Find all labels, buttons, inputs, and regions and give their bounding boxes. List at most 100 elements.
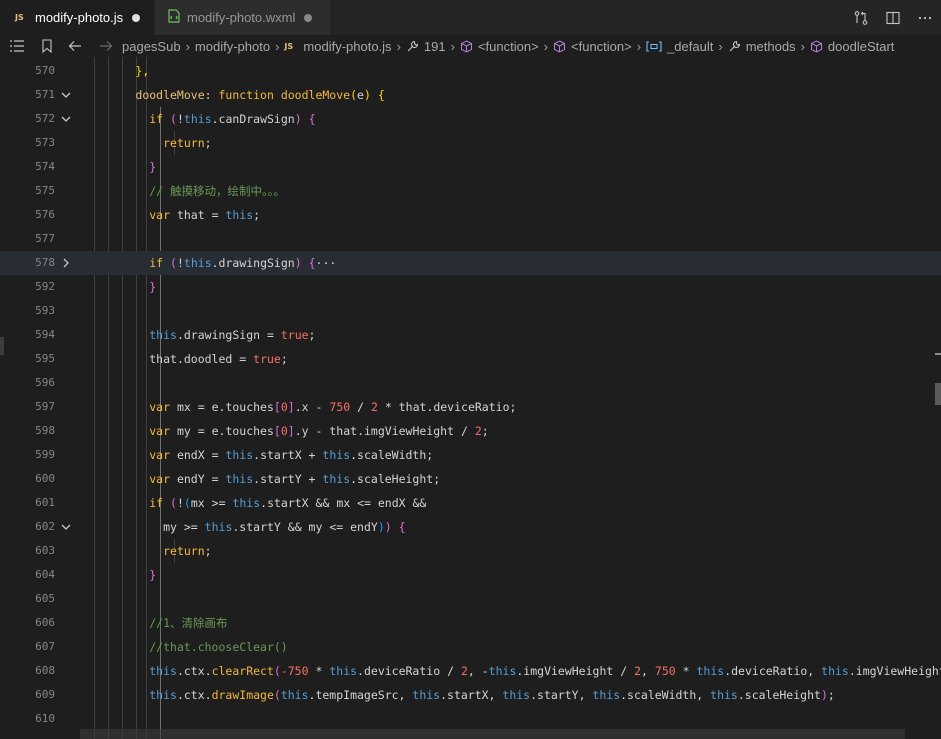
code-text: } bbox=[80, 563, 156, 587]
code-token: 2 bbox=[474, 424, 482, 438]
code-line[interactable]: 598 var my = e.touches[0].y - that.imgVi… bbox=[0, 419, 941, 443]
code-line[interactable]: 605 bbox=[0, 587, 941, 611]
line-number: 609 bbox=[35, 688, 55, 701]
breadcrumb-item-doodlestart[interactable]: doodleStart bbox=[810, 39, 894, 54]
code-line[interactable]: 609 this.ctx.drawImage(this.tempImageSrc… bbox=[0, 683, 941, 707]
breadcrumb-item-modify-photo[interactable]: modify-photo bbox=[195, 39, 270, 54]
list-icon[interactable] bbox=[0, 39, 34, 53]
bookmark-icon[interactable] bbox=[34, 39, 60, 53]
code-line[interactable]: 607 //that.chooseClear() bbox=[0, 635, 941, 659]
code-line[interactable]: 608 this.ctx.clearRect(-750 * this.devic… bbox=[0, 659, 941, 683]
code-line[interactable]: 592 } bbox=[0, 275, 941, 299]
breadcrumb-item-methods[interactable]: methods bbox=[728, 39, 796, 54]
vertical-scrollbar[interactable] bbox=[927, 57, 941, 739]
code-token: return bbox=[163, 544, 205, 558]
code-text: this.drawingSign = true; bbox=[80, 323, 315, 347]
code-line[interactable]: 603 return; bbox=[0, 539, 941, 563]
breadcrumb-label: <function> bbox=[571, 38, 632, 54]
code-line[interactable]: 574 } bbox=[0, 155, 941, 179]
breadcrumb-item-function-1[interactable]: <function> bbox=[460, 39, 539, 54]
code-line[interactable]: 606 //1、清除画布 bbox=[0, 611, 941, 635]
code-token: this bbox=[502, 688, 531, 702]
code-editor[interactable]: 570 }, 571 doodleMove: function doodleMov… bbox=[0, 57, 941, 739]
code-token: ] bbox=[287, 424, 295, 438]
code-token: >= bbox=[183, 520, 198, 534]
forward-arrow-icon[interactable] bbox=[90, 40, 122, 52]
code-line[interactable]: 596 bbox=[0, 371, 941, 395]
line-number: 610 bbox=[35, 712, 55, 725]
code-token: ! bbox=[176, 256, 184, 270]
code-line[interactable]: 576 var that = this; bbox=[0, 203, 941, 227]
code-line[interactable]: 571 doodleMove: function doodleMove(e) { bbox=[0, 83, 941, 107]
code-token: this bbox=[149, 664, 177, 678]
scrollbar-thumb[interactable] bbox=[935, 383, 941, 405]
code-line[interactable]: 610 bbox=[0, 707, 941, 731]
code-token: .y bbox=[294, 424, 316, 438]
code-line[interactable]: 575 // 触摸移动，绘制中。。。 bbox=[0, 179, 941, 203]
code-line[interactable]: 578 if (!this.drawingSign) {··· bbox=[0, 251, 941, 275]
code-token: ] bbox=[287, 400, 295, 414]
code-token: ) bbox=[377, 520, 385, 534]
cube-icon bbox=[810, 39, 822, 53]
code-line[interactable]: 599 var endX = this.startX + this.scaleW… bbox=[0, 443, 941, 467]
code-line[interactable]: 597 var mx = e.touches[0].x - 750 / 2 * … bbox=[0, 395, 941, 419]
git-compare-icon[interactable] bbox=[845, 0, 877, 35]
tab-modify-photo-js[interactable]: JS modify-photo.js bbox=[0, 0, 154, 35]
tab-modify-photo-wxml[interactable]: modify-photo.wxml bbox=[155, 0, 330, 35]
line-number: 606 bbox=[35, 616, 55, 629]
line-number: 577 bbox=[35, 232, 55, 245]
chevron-right-icon: › bbox=[636, 38, 642, 54]
code-token: that.imgViewHeight bbox=[322, 424, 461, 438]
code-line[interactable]: 593 bbox=[0, 299, 941, 323]
back-arrow-icon[interactable] bbox=[60, 40, 90, 52]
code-line[interactable]: 577 bbox=[0, 227, 941, 251]
chevron-down-icon[interactable] bbox=[60, 521, 72, 533]
code-token: my bbox=[163, 520, 184, 534]
wrench-icon bbox=[407, 40, 418, 51]
more-actions-icon[interactable] bbox=[909, 0, 941, 35]
code-token: ; bbox=[280, 352, 288, 366]
code-token: 2 bbox=[370, 400, 378, 414]
code-token: ; bbox=[433, 472, 441, 486]
chevron-down-icon[interactable] bbox=[60, 89, 72, 101]
line-number: 607 bbox=[35, 640, 55, 653]
code-line[interactable]: 604 } bbox=[0, 563, 941, 587]
gutter-marker bbox=[0, 337, 4, 355]
chevron-down-icon[interactable] bbox=[60, 113, 72, 125]
code-token: && bbox=[412, 496, 427, 510]
breadcrumb-item-191[interactable]: 191 bbox=[406, 39, 446, 54]
code-token: 2 bbox=[634, 664, 642, 678]
unsaved-dot-icon[interactable] bbox=[304, 13, 313, 22]
line-number: 595 bbox=[35, 352, 55, 365]
line-number: 596 bbox=[35, 376, 55, 389]
unsaved-dot-icon[interactable] bbox=[132, 13, 141, 22]
code-line[interactable]: 595 that.doodled = true; bbox=[0, 347, 941, 371]
code-line[interactable]: 601 if (!(mx >= this.startX && mx <= end… bbox=[0, 491, 941, 515]
split-editor-icon[interactable] bbox=[877, 0, 909, 35]
code-line[interactable]: 573 return; bbox=[0, 131, 941, 155]
breadcrumb-item-file[interactable]: JS modify-photo.js bbox=[284, 39, 391, 54]
breadcrumb-item-default[interactable]: _default bbox=[646, 39, 713, 54]
code-token: [ bbox=[273, 400, 281, 414]
code-line[interactable]: 602 my >= this.startY && my <= endY)) { bbox=[0, 515, 941, 539]
code-line[interactable]: 570 }, bbox=[0, 59, 941, 83]
chevron-right-icon[interactable] bbox=[60, 257, 72, 269]
code-line[interactable]: 594 this.drawingSign = true; bbox=[0, 323, 941, 347]
horizontal-scrollbar[interactable] bbox=[80, 729, 905, 739]
line-number: 602 bbox=[35, 520, 55, 533]
breadcrumb-item-pagessub[interactable]: pagesSub bbox=[122, 39, 181, 54]
code-token: this bbox=[225, 208, 254, 222]
line-number: 597 bbox=[35, 400, 55, 413]
breadcrumb-item-function-2[interactable]: <function> bbox=[553, 39, 632, 54]
code-token: .scaleWidth, bbox=[620, 688, 711, 702]
wxml-file-icon bbox=[168, 9, 180, 26]
code-token: this bbox=[412, 688, 441, 702]
code-line[interactable]: 572 if (!this.canDrawSign) { bbox=[0, 107, 941, 131]
code-line[interactable]: 600 var endY = this.startY + this.scaleH… bbox=[0, 467, 941, 491]
code-text: } bbox=[80, 155, 156, 179]
code-token: this bbox=[232, 496, 261, 510]
